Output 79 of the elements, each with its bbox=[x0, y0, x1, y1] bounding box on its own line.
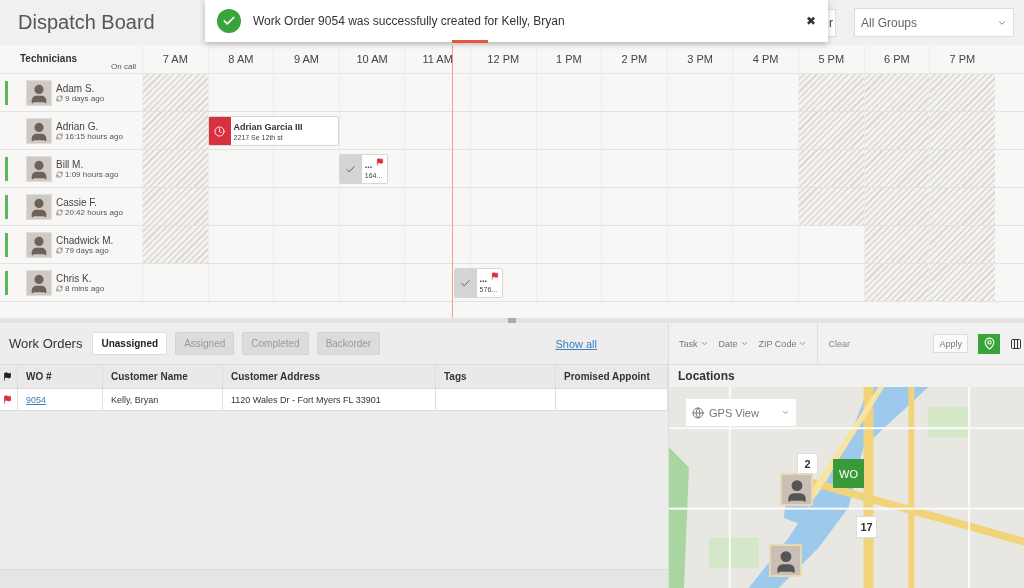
avatar-icon bbox=[26, 193, 52, 220]
column-heading: Technicians bbox=[20, 53, 78, 64]
sync-icon bbox=[56, 170, 63, 178]
close-button[interactable]: ✖ bbox=[806, 14, 816, 28]
section-title: Work Orders bbox=[9, 336, 83, 351]
hour-label: 9 AM bbox=[273, 45, 339, 73]
map-view-select[interactable]: GPS View bbox=[686, 399, 796, 426]
globe-icon bbox=[692, 406, 704, 419]
technician-name[interactable]: Bill M. bbox=[56, 158, 119, 170]
apply-button[interactable]: Apply bbox=[933, 334, 968, 353]
sync-icon bbox=[56, 246, 63, 254]
hour-label: 7 PM bbox=[929, 45, 995, 73]
check-icon bbox=[217, 9, 241, 33]
technician-name[interactable]: Adrian G. bbox=[56, 120, 123, 132]
hour-label: 2 PM bbox=[601, 45, 667, 73]
section-title: Locations bbox=[677, 368, 736, 385]
cluster-marker[interactable]: 17 bbox=[856, 516, 877, 538]
technician-marker[interactable] bbox=[769, 544, 802, 577]
column-header[interactable]: Customer Address bbox=[223, 365, 436, 389]
hour-label: 6 PM bbox=[863, 45, 930, 73]
avatar-icon bbox=[26, 155, 52, 182]
column-header[interactable]: Tags bbox=[436, 365, 556, 389]
avatar-icon bbox=[26, 79, 52, 106]
sync-icon bbox=[56, 208, 63, 216]
columns-icon[interactable] bbox=[1010, 337, 1022, 350]
flag-icon bbox=[3, 372, 12, 381]
caret-icon bbox=[798, 339, 808, 348]
hour-label: 10 AM bbox=[338, 45, 405, 73]
job-title: ... bbox=[479, 273, 489, 284]
hour-label: 12 PM bbox=[469, 45, 536, 73]
caret-icon bbox=[739, 339, 749, 348]
hour-label: 5 PM bbox=[797, 45, 864, 73]
resize-handle[interactable] bbox=[508, 318, 516, 323]
group-select[interactable]: All Groups bbox=[854, 8, 1014, 37]
technician-marker[interactable] bbox=[780, 473, 813, 506]
hour-label: 1 PM bbox=[535, 45, 602, 73]
avatar-icon bbox=[26, 231, 52, 258]
sync-icon bbox=[56, 132, 63, 140]
technician-name[interactable]: Chadwick M. bbox=[56, 234, 114, 246]
hour-label: 3 PM bbox=[666, 45, 733, 73]
column-heading: On call bbox=[111, 62, 136, 71]
last-seen-text: 1:09 hours ago bbox=[65, 169, 119, 179]
sync-icon bbox=[56, 94, 63, 102]
work-order-link[interactable]: 9054 bbox=[26, 394, 47, 405]
column-header[interactable]: Customer Name bbox=[103, 365, 223, 389]
technician-name[interactable]: Cassie F. bbox=[56, 196, 123, 208]
last-seen-text: 8 mins ago bbox=[65, 283, 105, 293]
page-title: Dispatch Board bbox=[18, 11, 155, 34]
caret-icon bbox=[699, 339, 709, 348]
filter-dropdown[interactable]: Date bbox=[718, 338, 749, 349]
map-view-button[interactable] bbox=[978, 333, 1000, 354]
toast-message: Work Order 9054 was successfully created for Kelly, Bryan bbox=[253, 14, 566, 28]
map-pin-icon bbox=[982, 337, 996, 350]
filter-dropdown[interactable]: Task bbox=[679, 338, 709, 349]
hour-label: 4 PM bbox=[732, 45, 798, 73]
last-seen-text: 79 days ago bbox=[65, 245, 109, 255]
column-header[interactable]: WO # bbox=[18, 365, 103, 389]
job-title: Adrian Garcia III bbox=[233, 121, 304, 132]
technician-name[interactable]: Adam S. bbox=[56, 82, 105, 94]
show-all-link[interactable]: Show all bbox=[555, 337, 597, 350]
table-cell: 1120 Wales Dr - Fort Myers FL 33901 bbox=[223, 389, 436, 411]
status-tab[interactable]: Unassigned bbox=[92, 332, 168, 355]
job-title: ... bbox=[364, 159, 374, 170]
table-cell: Kelly, Bryan bbox=[103, 389, 223, 411]
avatar-icon bbox=[26, 269, 52, 296]
last-seen-text: 16:15 hours ago bbox=[65, 131, 123, 141]
current-time-marker bbox=[451, 40, 488, 43]
work-order-marker[interactable]: WO bbox=[833, 459, 864, 488]
technician-name[interactable]: Chris K. bbox=[56, 272, 105, 284]
hour-label: 7 AM bbox=[142, 45, 208, 73]
last-seen-text: 20:42 hours ago bbox=[65, 207, 123, 217]
last-seen-text: 9 days ago bbox=[65, 93, 105, 103]
filter-dropdown[interactable]: ZIP Code bbox=[758, 338, 808, 349]
hour-label: 8 AM bbox=[207, 45, 274, 73]
avatar-icon bbox=[26, 117, 52, 144]
caret-icon bbox=[781, 408, 790, 417]
column-header[interactable]: Promised Appoint bbox=[556, 365, 668, 389]
cluster-marker[interactable]: 2 bbox=[797, 453, 818, 475]
sync-icon bbox=[56, 284, 63, 292]
